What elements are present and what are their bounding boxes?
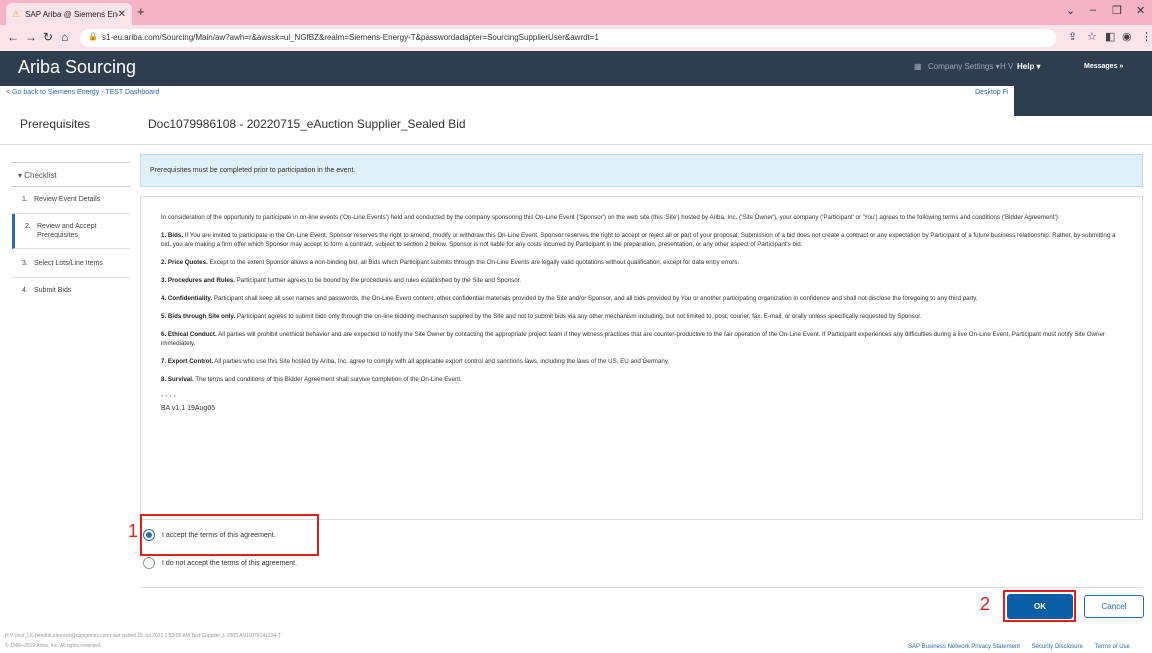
checklist-item-select-lots[interactable]: 3. Select Lots/Line Items bbox=[12, 249, 130, 278]
back-icon[interactable]: ← bbox=[7, 30, 19, 44]
decline-radio[interactable] bbox=[143, 557, 155, 569]
user-menu[interactable]: H V bbox=[1000, 62, 1013, 71]
checklist-item-label: Select Lots/Line Items bbox=[34, 260, 103, 267]
overlay-panel bbox=[1014, 86, 1152, 116]
lock-icon: 🔒 bbox=[88, 32, 98, 41]
home-icon[interactable]: ⌂ bbox=[61, 30, 68, 44]
checklist-item-label: Review Event Details bbox=[34, 196, 101, 203]
url-text: s1-eu.ariba.com/Sourcing/Main/aw?awh=r&a… bbox=[102, 33, 599, 42]
menu-icon[interactable]: ⋮ bbox=[1141, 30, 1152, 43]
chevron-down-icon[interactable]: ⌄ bbox=[1066, 4, 1075, 17]
warning-icon: ⚠ bbox=[12, 8, 21, 19]
app-header: Ariba Sourcing ▦ Company Settings ▾ H V … bbox=[0, 51, 1152, 86]
checklist-item-label: Submit Bids bbox=[34, 287, 72, 294]
profile-icon[interactable]: ◉ bbox=[1122, 30, 1132, 43]
ok-button[interactable]: OK bbox=[1007, 594, 1073, 619]
bidder-agreement: In consideration of the opportunity to p… bbox=[140, 196, 1143, 520]
section-title: Prerequisites bbox=[20, 117, 91, 131]
decline-terms-option[interactable]: I do not accept the terms of this agreem… bbox=[143, 557, 297, 569]
divider bbox=[140, 587, 1143, 588]
last-visited-info: H V (test_LK-hendrik.uterreck@capgemini.… bbox=[5, 633, 281, 639]
clause-1: 1. Bids. If You are invited to participa… bbox=[161, 232, 1116, 248]
url-field[interactable]: 🔒 s1-eu.ariba.com/Sourcing/Main/aw?awh=r… bbox=[80, 29, 1056, 47]
star-icon[interactable]: ☆ bbox=[1087, 30, 1097, 43]
share-icon[interactable]: ⇪ bbox=[1068, 30, 1077, 43]
page-title: Doc1079986108 - 20220715_eAuction Suppli… bbox=[148, 117, 466, 131]
forward-icon[interactable]: → bbox=[25, 30, 37, 44]
minimize-icon[interactable]: – bbox=[1090, 4, 1096, 16]
clause-8: 8. Survival. The terms and conditions of… bbox=[161, 375, 462, 383]
checklist-header[interactable]: ▾ Checklist bbox=[12, 162, 130, 187]
cancel-button[interactable]: Cancel bbox=[1084, 595, 1144, 618]
privacy-statement-link[interactable]: SAP Business Network Privacy Statement bbox=[908, 644, 1020, 650]
footer-links: SAP Business Network Privacy Statement S… bbox=[908, 644, 1140, 650]
clause-6: 6. Ethical Conduct. All parties will pro… bbox=[161, 331, 1105, 347]
step-marker-2: 2 bbox=[980, 594, 991, 614]
copyright: © 1996–2019 Ariba, Inc. All rights reser… bbox=[5, 643, 102, 649]
decline-label: I do not accept the terms of this agreem… bbox=[162, 559, 298, 567]
close-tab-icon[interactable]: ✕ bbox=[118, 9, 126, 20]
grid-icon[interactable]: ▦ bbox=[914, 62, 922, 71]
clause-5: 5. Bids through Site only. Participant a… bbox=[161, 313, 922, 321]
browser-tab-bar: ⚠ SAP Ariba @ Siemens Energy ✕ + ⌄ – ❐ ✕ bbox=[0, 0, 1152, 25]
checklist-item-review-event[interactable]: 1. Review Event Details bbox=[12, 187, 130, 214]
terms-of-use-link[interactable]: Terms of Use bbox=[1095, 644, 1130, 650]
sidebar-icon[interactable]: ◧ bbox=[1105, 30, 1115, 43]
step-marker-1: 1 bbox=[128, 521, 139, 541]
highlight-box-accept bbox=[140, 514, 319, 556]
new-tab-icon[interactable]: + bbox=[137, 4, 145, 19]
company-settings-menu[interactable]: Company Settings ▾ bbox=[928, 62, 1000, 71]
security-disclosure-link[interactable]: Security Disclosure bbox=[1032, 644, 1083, 650]
restore-icon[interactable]: ❐ bbox=[1112, 4, 1122, 17]
help-menu[interactable]: Help ▾ bbox=[1017, 62, 1041, 71]
clause-7: 7. Export Control. All parties who use t… bbox=[161, 357, 670, 365]
tab-title: SAP Ariba @ Siemens Energy bbox=[25, 9, 118, 19]
checklist-item-accept-prerequisites[interactable]: 2. Review and Accept Prerequisites bbox=[12, 214, 130, 249]
checklist-item-label: Review and Accept Prerequisites bbox=[37, 223, 97, 239]
separator-stars: * * * * bbox=[161, 394, 176, 402]
agreement-intro: In consideration of the opportunity to p… bbox=[161, 214, 1060, 221]
reload-icon[interactable]: ↻ bbox=[43, 30, 53, 44]
messages-link[interactable]: Messages » bbox=[1084, 63, 1123, 70]
info-banner: Prerequisites must be completed prior to… bbox=[140, 154, 1143, 187]
browser-tab[interactable]: ⚠ SAP Ariba @ Siemens Energy ✕ bbox=[6, 3, 132, 25]
checklist-sidebar: ▾ Checklist 1. Review Event Details 2. R… bbox=[12, 162, 130, 301]
divider bbox=[0, 144, 1152, 145]
agreement-version: BA v1.1 19Aug05 bbox=[161, 404, 216, 412]
address-bar: ← → ↻ ⌂ 🔒 s1-eu.ariba.com/Sourcing/Main/… bbox=[0, 25, 1152, 51]
close-window-icon[interactable]: ✕ bbox=[1136, 4, 1145, 17]
clause-4: 4. Confidentiality. Participant shall ke… bbox=[161, 294, 978, 302]
clause-2: 2. Price Quotes. Except to the extent Sp… bbox=[161, 258, 740, 266]
brand-title: Ariba Sourcing bbox=[18, 57, 137, 77]
clause-3: 3. Procedures and Rules. Participant fur… bbox=[161, 276, 522, 284]
go-back-link[interactable]: < Go back to Siemens Energy - TEST Dashb… bbox=[6, 89, 159, 96]
desktop-file-sync-link[interactable]: Desktop Fi bbox=[975, 89, 1008, 96]
checklist-item-submit-bids[interactable]: 4. Submit Bids bbox=[12, 278, 130, 301]
